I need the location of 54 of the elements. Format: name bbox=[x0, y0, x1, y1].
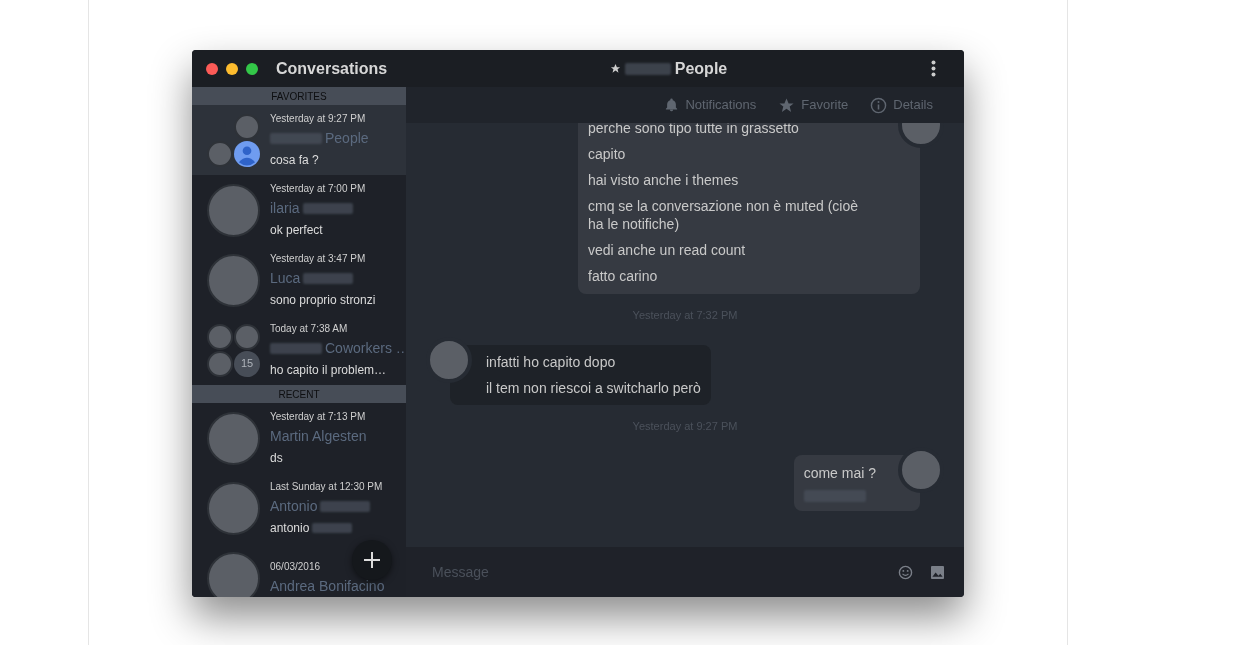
avatar-photo-placeholder bbox=[207, 183, 260, 237]
avatar-photo-placeholder bbox=[207, 411, 260, 465]
window-title: Conversations bbox=[276, 58, 388, 79]
message-preview: ho capito il problem… bbox=[270, 362, 387, 379]
conversation-time: Yesterday at 3:47 PM bbox=[270, 252, 366, 266]
conversation-time: Yesterday at 7:13 PM bbox=[270, 410, 366, 424]
image-icon[interactable] bbox=[931, 565, 944, 579]
message-text: infatti ho capito dopo bbox=[486, 352, 617, 371]
conversation-time: Last Sunday at 12:30 PM bbox=[270, 480, 383, 494]
conversation-time: Yesterday at 9:27 PM bbox=[270, 112, 366, 126]
message-text: fatto carino bbox=[588, 267, 659, 285]
contact-name: Martin Algesten bbox=[270, 427, 367, 446]
contact-name: Antonio bbox=[270, 497, 318, 516]
emoji-icon[interactable] bbox=[898, 564, 913, 580]
avatar-photo-placeholder bbox=[207, 551, 260, 597]
zoom-button[interactable] bbox=[246, 62, 258, 75]
conversation-time: Yesterday at 7:00 PM bbox=[270, 182, 366, 196]
conversation-time: 06/03/2016 bbox=[270, 560, 321, 574]
close-button[interactable] bbox=[206, 62, 218, 75]
avatar-photo-placeholder bbox=[207, 481, 260, 535]
avatar-photo-placeholder bbox=[207, 253, 260, 307]
message-preview: ok perfect bbox=[270, 222, 323, 239]
chat-title: People bbox=[674, 58, 728, 79]
section-header: FAVORITES bbox=[192, 87, 406, 105]
contact-name: Coworkers … bbox=[325, 339, 406, 358]
contact-name: Andrea Bonifacino bbox=[270, 577, 385, 596]
avatar-photo-placeholder bbox=[207, 323, 233, 350]
member-count: 15 bbox=[234, 350, 260, 377]
avatar-photo-placeholder bbox=[207, 350, 233, 377]
message-text: il tem non riescoi a switcharlo però bbox=[486, 378, 701, 397]
section-header: RECENT bbox=[192, 385, 406, 403]
bell-icon bbox=[664, 97, 680, 113]
message-text: cmq se la conversazione non è muted (cioè ha le notifiche) bbox=[588, 197, 860, 233]
message-preview: sono proprio stronzi bbox=[270, 292, 376, 309]
message-preview: antonio bbox=[270, 520, 310, 537]
person-avatar-icon bbox=[234, 140, 260, 167]
message-text: vedi anche un read count bbox=[588, 241, 747, 259]
message-preview: cosa fa ? bbox=[270, 152, 319, 169]
star-icon bbox=[778, 96, 796, 114]
info-icon bbox=[870, 96, 888, 114]
avatar-photo-placeholder bbox=[234, 323, 260, 350]
conversation-time: Today at 7:38 AM bbox=[270, 322, 348, 336]
more-options-icon[interactable] bbox=[931, 60, 936, 77]
contact-name: ilaria bbox=[270, 199, 300, 218]
message-text: come mai ? bbox=[803, 464, 876, 482]
plus-icon bbox=[364, 552, 380, 568]
message-text: perche sono tipo tutte in grassetto bbox=[588, 123, 800, 137]
message-preview: ds bbox=[270, 450, 283, 467]
conversation-item[interactable]: Yesterday at 9:27 PM People cosa fa ? bbox=[192, 105, 406, 175]
message-text: hai visto anche i themes bbox=[588, 171, 740, 189]
contact-name: Luca bbox=[270, 269, 301, 288]
contact-name: People bbox=[325, 129, 369, 148]
minimize-button[interactable] bbox=[226, 62, 238, 75]
message-text: capito bbox=[588, 145, 627, 163]
